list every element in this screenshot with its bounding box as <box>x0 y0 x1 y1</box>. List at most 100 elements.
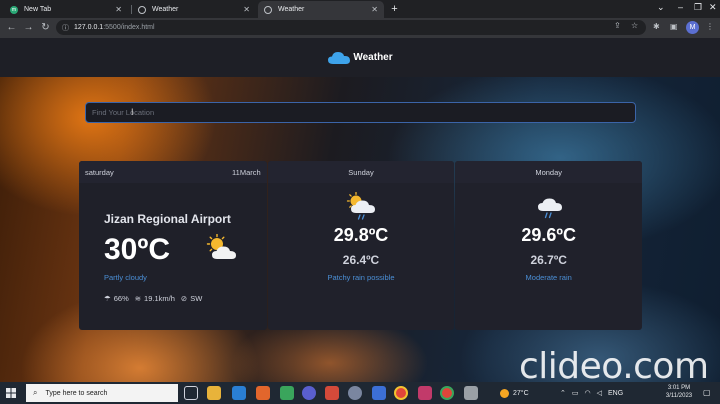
profile-avatar[interactable]: M <box>686 21 699 34</box>
today-card: saturday 11March Jizan Regional Airport … <box>79 161 267 330</box>
browser-tab-strip: m New Tab ✕ Weather ✕ Weather ✕ + ⌄ – ❐ … <box>0 0 720 18</box>
wifi-icon[interactable]: ◠ <box>585 389 591 397</box>
new-tab-button[interactable]: + <box>388 3 401 16</box>
forecast-card-sunday: Sunday 29.8ºC 26.4ºC Patchy rain possibl… <box>267 161 455 330</box>
bookmark-star-icon[interactable]: ☆ <box>631 21 638 30</box>
humidity-stat: ☂ 66% <box>104 294 129 303</box>
app-icon-red[interactable] <box>325 386 339 400</box>
window-close-icon[interactable]: ✕ <box>709 2 717 13</box>
taskbar-search[interactable]: ⌕ Type here to search <box>26 384 178 402</box>
location-search-input[interactable] <box>85 102 636 123</box>
sun-icon <box>500 388 509 398</box>
app-icon-green[interactable] <box>280 386 294 400</box>
network-icon[interactable]: ▭ <box>572 389 579 397</box>
globe-icon <box>264 5 272 14</box>
close-icon[interactable]: ✕ <box>243 5 250 14</box>
wind-speed-stat: ≋ 19.1km/h <box>135 294 175 303</box>
app-brand: Weather <box>327 51 393 65</box>
chrome-icon[interactable] <box>394 386 408 400</box>
forecast-condition: Moderate rain <box>525 273 572 282</box>
app-icon-light[interactable] <box>464 386 478 400</box>
file-explorer-icon[interactable] <box>207 386 221 400</box>
current-temperature: 30ºC <box>104 233 170 266</box>
vscode-icon[interactable] <box>232 386 246 400</box>
clock-time: 3:01 PM <box>667 385 691 391</box>
forward-arrow-icon[interactable]: → <box>22 21 35 34</box>
new-tab-favicon-icon: m <box>10 5 18 14</box>
current-condition: Partly cloudy <box>104 273 147 282</box>
url-text: 127.0.0.1:5500/index.html <box>74 24 155 31</box>
system-tray: ⌃ ▭ ◠ ◁ ENG <box>560 382 623 404</box>
forecast-max-temp: 29.8ºC <box>333 225 389 245</box>
taskbar: ⌕ Type here to search 27°C ⌃ ▭ ◠ ◁ ENG 3… <box>0 382 720 404</box>
watermark-text: clideo.com <box>519 346 709 382</box>
address-bar[interactable]: ⓘ 127.0.0.1:5500/index.html ⇪ ☆ <box>56 20 646 35</box>
tab-title: Weather <box>152 6 179 13</box>
site-info-icon[interactable]: ⓘ <box>62 23 69 33</box>
forecast-card-header: Monday <box>455 161 643 183</box>
cloud-icon <box>328 51 351 64</box>
share-icon[interactable]: ⇪ <box>614 21 621 30</box>
app-icon-purple[interactable] <box>302 386 316 400</box>
forecast-max-temp: 29.6ºC <box>521 225 576 245</box>
app-title: Weather <box>353 52 393 63</box>
tab-new-tab[interactable]: m New Tab ✕ <box>4 1 128 18</box>
tab-title: Weather <box>278 6 305 13</box>
app-header: Weather <box>0 38 720 77</box>
page-viewport: Weather I saturday 11March Jizan Regiona… <box>0 38 720 382</box>
forecast-cards: saturday 11March Jizan Regional Airport … <box>79 161 643 330</box>
menu-kebab-icon[interactable]: ⋮ <box>706 22 714 31</box>
tab-search-icon[interactable]: ⌄ <box>657 2 665 13</box>
sun-rain-cloud-icon <box>346 192 375 220</box>
forecast-card-header: Sunday <box>267 161 455 183</box>
taskbar-search-placeholder: Type here to search <box>45 389 108 397</box>
restore-icon[interactable]: ❐ <box>694 2 702 13</box>
wind-speed-value: 19.1km/h <box>144 294 175 303</box>
taskbar-clock[interactable]: 3:01 PM 3/11/2023 <box>660 384 698 400</box>
forecast-day: Sunday <box>348 167 374 177</box>
forecast-min-temp: 26.7ºC <box>530 253 567 267</box>
app-icon-pink[interactable] <box>418 386 432 400</box>
close-icon[interactable]: ✕ <box>371 5 378 14</box>
reload-icon[interactable]: ↻ <box>39 21 52 34</box>
task-view-icon[interactable] <box>184 386 198 400</box>
back-arrow-icon[interactable]: ← <box>5 21 18 34</box>
language-indicator[interactable]: ENG <box>608 390 623 397</box>
humidity-value: 66% <box>113 294 129 303</box>
extensions-icon[interactable]: ✱ <box>653 22 660 31</box>
tab-weather[interactable]: Weather ✕ <box>132 1 256 18</box>
tab-weather-active[interactable]: Weather ✕ <box>258 1 384 18</box>
clock-date: 3/11/2023 <box>665 393 693 399</box>
tab-title: New Tab <box>24 6 52 13</box>
taskbar-temperature: 27°C <box>513 389 529 397</box>
side-panel-icon[interactable]: ▣ <box>670 22 678 31</box>
globe-icon <box>138 5 146 14</box>
notification-icon[interactable]: ▢ <box>703 388 711 397</box>
speaker-icon[interactable]: ◁ <box>597 389 602 397</box>
text-cursor-icon: I <box>131 107 134 117</box>
forecast-condition: Patchy rain possible <box>327 273 395 282</box>
chrome-icon[interactable] <box>440 386 454 400</box>
minimize-icon[interactable]: – <box>678 2 683 12</box>
umbrella-icon: ☂ <box>104 294 111 303</box>
close-icon[interactable]: ✕ <box>115 5 122 14</box>
start-button[interactable] <box>0 382 22 404</box>
location-name: Jizan Regional Airport <box>104 212 231 226</box>
wind-direction-value: SW <box>190 294 203 303</box>
forecast-day: Monday <box>535 167 563 177</box>
forecast-min-temp: 26.4ºC <box>342 253 380 267</box>
forecast-card-monday: Monday 29.6ºC 26.7ºC Moderate rain <box>455 161 643 330</box>
today-day: saturday <box>85 167 114 177</box>
weather-stats: ☂ 66% ≋ 19.1km/h ⊘ SW <box>104 294 208 303</box>
app-icon-blue[interactable] <box>372 386 386 400</box>
search-icon: ⌕ <box>33 388 38 397</box>
show-hidden-icons-icon[interactable]: ⌃ <box>560 389 566 397</box>
wind-icon: ≋ <box>134 294 142 303</box>
compass-icon: ⊘ <box>180 294 188 303</box>
rain-cloud-icon <box>538 198 563 219</box>
app-icon-gray[interactable] <box>348 386 362 400</box>
app-icon-orange[interactable] <box>256 386 270 400</box>
weather-widget[interactable]: 27°C <box>500 382 529 404</box>
today-card-header: saturday 11March <box>79 161 267 183</box>
browser-toolbar: ← → ↻ ⓘ 127.0.0.1:5500/index.html ⇪ ☆ ✱ … <box>0 18 720 38</box>
